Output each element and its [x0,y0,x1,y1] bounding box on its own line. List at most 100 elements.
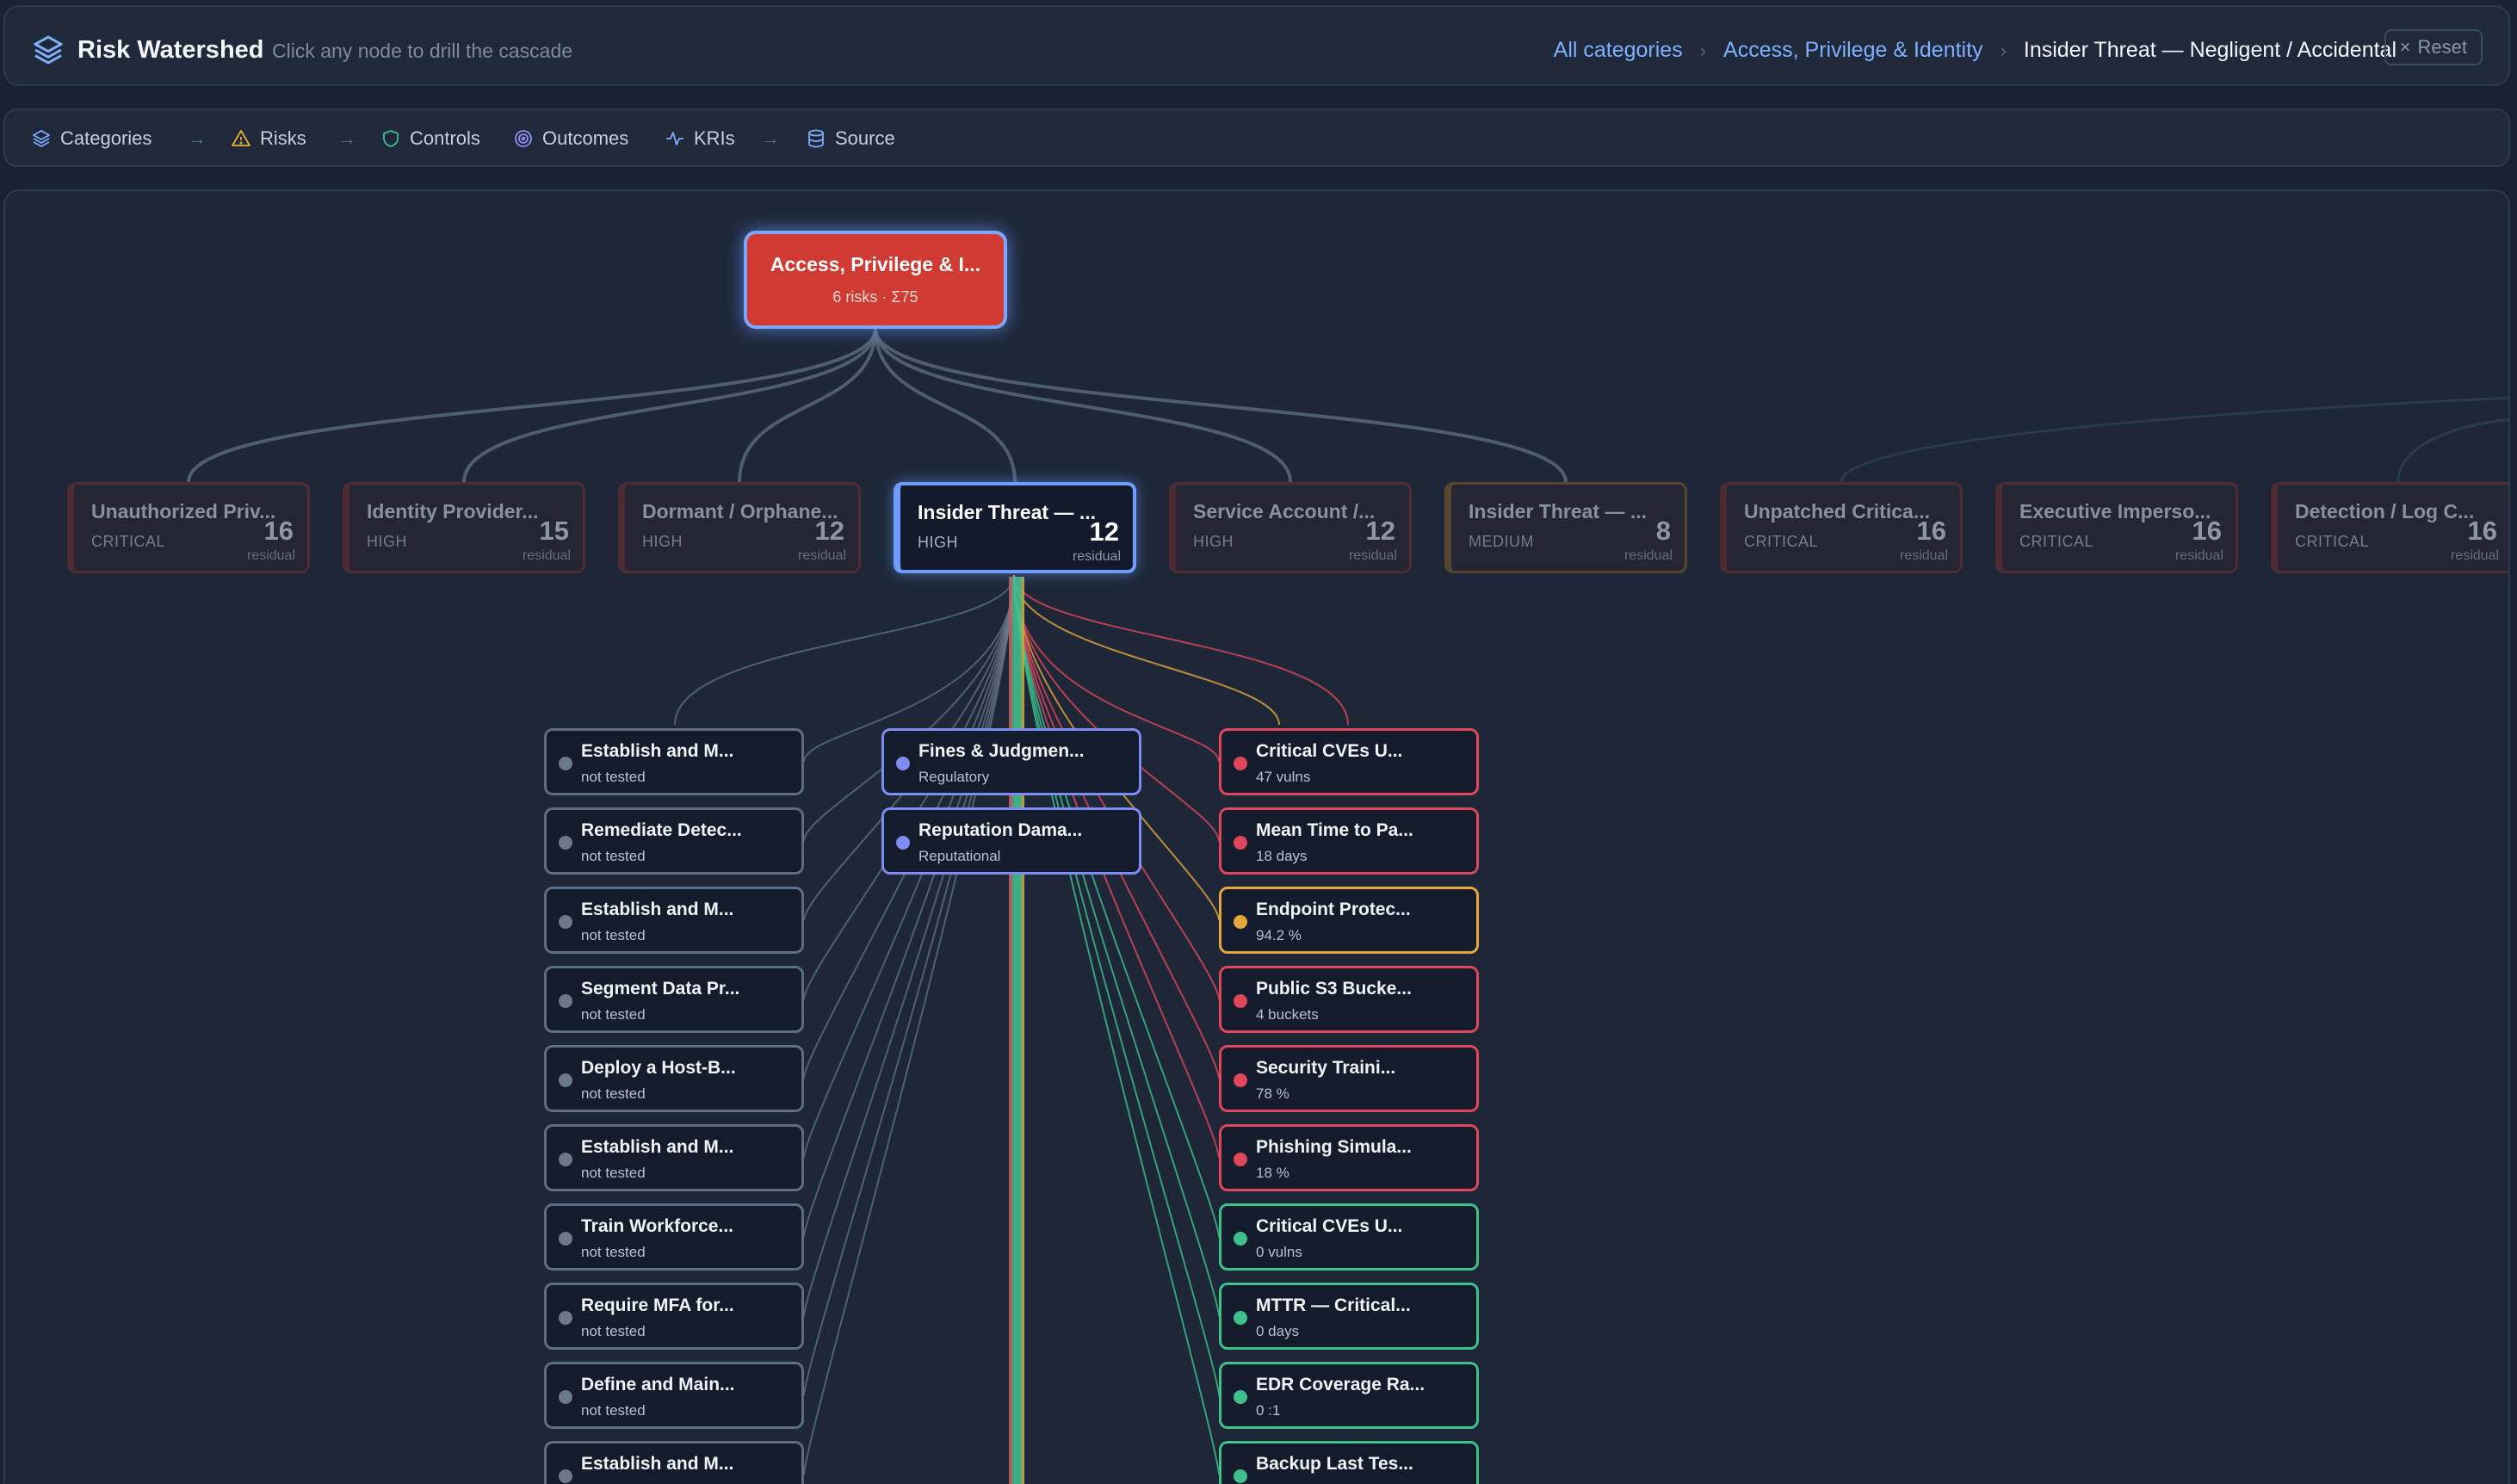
status-dot [559,994,572,1008]
kri-title: Public S3 Bucke... [1256,979,1412,999]
control-node[interactable]: Establish and M... not tested [544,887,804,954]
reset-button[interactable]: × Reset [2384,29,2483,65]
status-dot [1234,836,1247,850]
risk-title: Insider Threat — ... [1469,500,1648,522]
shield-icon [383,130,399,147]
risk-severity: CRITICAL [2295,533,2370,550]
risk-node[interactable]: Insider Threat — ... HIGH 12 residual [894,482,1136,573]
link-ghost [2396,417,2508,483]
top-bar: Risk Watershed Click any node to drill t… [3,5,2510,86]
kri-node[interactable]: Public S3 Bucke... 4 buckets [1219,966,1479,1033]
risk-node[interactable]: Insider Threat — ... MEDIUM 8 residual [1444,482,1687,573]
kri-node[interactable]: Critical CVEs U... 0 vulns [1219,1203,1479,1271]
status-dot [1234,1073,1247,1087]
risk-node[interactable]: Unauthorized Priv... CRITICAL 16 residual [67,482,310,573]
category-node[interactable]: Access, Privilege & I... 6 risks · Σ75 [744,231,1007,329]
risk-node[interactable]: Dormant / Orphane... HIGH 12 residual [618,482,861,573]
arrow-right-icon: → [761,127,780,149]
control-node[interactable]: Require MFA for... not tested [544,1283,804,1350]
risk-score-label: residual [1072,549,1121,564]
status-dot [896,757,910,770]
control-title: Remediate Detec... [581,820,742,840]
risk-node[interactable]: Unpatched Critica... CRITICAL 16 residual [1720,482,1963,573]
risk-score: 16 [1916,516,1946,546]
kri-node[interactable]: Phishing Simula... 18 % [1219,1124,1479,1191]
breadcrumb-current: Insider Threat — Negligent / Accidental [2023,38,2396,62]
link-category-risk [874,328,1568,483]
close-icon: × [2399,36,2411,58]
link-category-risk [187,328,877,483]
chevron-right-icon: › [2000,39,2007,61]
risk-title: Detection / Log C... [2295,500,2475,522]
stage-label: Outcomes [542,127,629,149]
kri-node[interactable]: MTTR — Critical... 0 days [1219,1283,1479,1350]
kri-title: Backup Last Tes... [1256,1454,1413,1474]
kri-node[interactable]: Endpoint Protec... 94.2 % [1219,887,1479,954]
control-status: not tested [581,1402,646,1419]
risk-score-label: residual [522,548,571,563]
kri-title: Critical CVEs U... [1256,1216,1403,1236]
risk-title: Insider Threat — ... [918,501,1097,523]
kri-title: Mean Time to Pa... [1256,820,1413,840]
kri-title: Security Traini... [1256,1058,1396,1078]
kri-title: Endpoint Protec... [1256,900,1411,919]
category-meta: 6 risks · Σ75 [832,288,918,306]
risk-score-label: residual [1348,548,1397,563]
kri-value: 18 days [1256,848,1308,864]
stage-outcomes[interactable]: Outcomes [513,127,628,150]
status-dot [1234,1153,1247,1166]
risk-score: 8 [1655,516,1671,546]
control-node[interactable]: Segment Data Pr... not tested [544,966,804,1033]
risk-score-label: residual [2450,548,2499,563]
control-node[interactable]: Deploy a Host-B... not tested [544,1045,804,1112]
control-node[interactable]: Establish and M... [544,1441,804,1484]
kri-value: 0 days [1256,1323,1300,1339]
risk-score: 15 [539,516,569,546]
stage-label: Risks [260,127,306,149]
risk-node[interactable]: Identity Provider... HIGH 15 residual [343,482,585,573]
breadcrumb-category[interactable]: Access, Privilege & Identity [1723,38,1983,63]
status-dot [559,836,572,850]
breadcrumb-all-categories[interactable]: All categories [1554,38,1683,63]
link-risk-kri [1013,574,1349,726]
stage-kris[interactable]: KRIs [665,127,735,150]
risk-node[interactable]: Service Account /... HIGH 12 residual [1169,482,1412,573]
kri-node[interactable]: Security Traini... 78 % [1219,1045,1479,1112]
control-node[interactable]: Define and Main... not tested [544,1362,804,1429]
kri-node[interactable]: Backup Last Tes... [1219,1441,1479,1484]
stage-source[interactable]: Source [806,127,895,150]
warning-icon [232,130,250,146]
control-node[interactable]: Remediate Detec... not tested [544,807,804,875]
kri-title: Critical CVEs U... [1256,741,1403,761]
risk-node[interactable]: Detection / Log C... CRITICAL 16 residual [2271,482,2508,573]
risk-score-label: residual [2174,548,2223,563]
risk-severity: MEDIUM [1469,533,1534,550]
stage-categories[interactable]: Categories [31,127,152,150]
outcome-title: Fines & Judgmen... [918,741,1085,761]
status-dot [1234,757,1247,770]
category-title: Access, Privilege & I... [770,253,981,275]
risk-score-label: residual [1899,548,1948,563]
kri-value: 78 % [1256,1085,1289,1102]
risk-score-label: residual [246,548,295,563]
outcome-node[interactable]: Reputation Dama... Reputational [881,807,1141,875]
kri-node[interactable]: EDR Coverage Ra... 0 :1 [1219,1362,1479,1429]
control-title: Establish and M... [581,1454,734,1474]
risk-severity: CRITICAL [2019,533,2094,550]
stage-risks[interactable]: Risks [231,127,306,150]
status-dot [559,757,572,770]
kri-node[interactable]: Mean Time to Pa... 18 days [1219,807,1479,875]
chevron-right-icon: › [1699,39,1707,61]
control-node[interactable]: Establish and M... not tested [544,728,804,795]
risk-title: Unpatched Critica... [1744,500,1930,522]
control-title: Define and Main... [581,1375,735,1394]
risk-score: 12 [814,516,844,546]
stage-controls[interactable]: Controls [380,127,480,150]
control-node[interactable]: Train Workforce... not tested [544,1203,804,1271]
layers-icon [34,35,63,65]
outcome-type: Regulatory [918,769,990,785]
kri-node[interactable]: Critical CVEs U... 47 vulns [1219,728,1479,795]
outcome-node[interactable]: Fines & Judgmen... Regulatory [881,728,1141,795]
control-node[interactable]: Establish and M... not tested [544,1124,804,1191]
risk-node[interactable]: Executive Imperso... CRITICAL 16 residual [1995,482,2238,573]
